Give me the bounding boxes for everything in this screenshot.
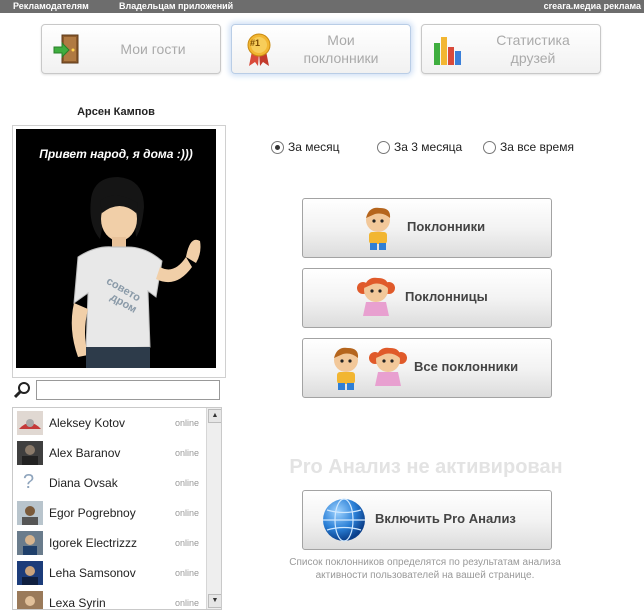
- friend-status: online: [174, 568, 199, 578]
- pro-note-line1: Список поклонников определятся по резуль…: [289, 557, 561, 568]
- friend-status: online: [174, 448, 199, 458]
- door-icon: [52, 33, 82, 70]
- pro-note-line2: активности пользователей на вашей страни…: [315, 570, 535, 581]
- girl-icon: [353, 274, 399, 327]
- avatar-illustration: совето дром: [71, 177, 201, 368]
- scroll-up-arrow-icon[interactable]: ▲: [208, 409, 221, 423]
- fans-male-button[interactable]: Поклонники: [302, 198, 552, 258]
- friend-status: online: [174, 508, 199, 518]
- fans-male-label: Поклонники: [407, 219, 486, 234]
- friend-status: online: [174, 478, 199, 488]
- avatar: [17, 591, 43, 609]
- avatar: [17, 531, 43, 555]
- award-badge-text: #1: [250, 38, 261, 48]
- tab-friend-stats[interactable]: Статистика друзей: [421, 24, 601, 74]
- app-owners-link[interactable]: Владельцам приложений: [119, 0, 233, 13]
- pro-explanation: Список поклонников определятся по резуль…: [262, 556, 588, 582]
- friend-status: online: [174, 538, 199, 548]
- friend-status: online: [174, 418, 199, 428]
- tab-my-fans[interactable]: #1 Мои поклонники: [231, 24, 411, 74]
- list-item[interactable]: Egor Pogrebnoy online: [13, 498, 205, 528]
- tab-my-guests-label: Мои гости: [120, 41, 186, 57]
- friend-search: [12, 380, 220, 402]
- friends-list: Aleksey Kotov online Alex Baranov online…: [12, 407, 222, 610]
- list-item[interactable]: Alex Baranov online: [13, 438, 205, 468]
- fans-female-label: Поклонницы: [405, 289, 488, 304]
- top-bar: Рекламодателям Владельцам приложений cre…: [0, 0, 644, 13]
- friend-name[interactable]: Aleksey Kotov: [49, 416, 125, 430]
- fans-female-button[interactable]: Поклонницы: [302, 268, 552, 328]
- scroll-down-arrow-icon[interactable]: ▼: [208, 594, 221, 608]
- advertisers-link[interactable]: Рекламодателям: [13, 0, 89, 13]
- pro-inactive-title: Pro Анализ не активирован: [289, 456, 563, 478]
- period-month-label: За месяц: [288, 140, 340, 154]
- tab-my-fans-line1: Мои: [327, 32, 355, 48]
- brand-link[interactable]: creara.медиа реклама: [544, 0, 641, 13]
- pro-enable-button[interactable]: Включить Pro Анализ: [302, 490, 552, 550]
- avatar: [17, 561, 43, 585]
- tab-friend-stats-label: Статистика друзей: [478, 31, 588, 67]
- list-item[interactable]: ? Diana Ovsak online: [13, 468, 205, 498]
- tab-friend-stats-line2: друзей: [510, 50, 556, 66]
- award-ribbon-icon: #1: [246, 33, 272, 72]
- tab-my-fans-label: Мои поклонники: [286, 31, 396, 67]
- list-item[interactable]: Igorek Electrizzz online: [13, 528, 205, 558]
- list-item[interactable]: Aleksey Kotov online: [13, 408, 205, 438]
- friend-name[interactable]: Leha Samsonov: [49, 566, 136, 580]
- fans-all-button[interactable]: Все поклонники: [302, 338, 552, 398]
- radio-indicator: [377, 141, 390, 154]
- friend-status: online: [174, 598, 199, 608]
- profile-avatar[interactable]: Привет народ, я дома :))) совето дром: [12, 125, 226, 378]
- friends-list-scrollbar[interactable]: ▲ ▼: [206, 408, 221, 609]
- friend-name[interactable]: Egor Pogrebnoy: [49, 506, 136, 520]
- pro-enable-label: Включить Pro Анализ: [375, 511, 516, 526]
- boy-and-girl-icon: [323, 344, 409, 397]
- profile-name: Арсен Кампов: [77, 106, 155, 118]
- friend-name[interactable]: Alex Baranov: [49, 446, 120, 460]
- period-3months-label: За 3 месяца: [394, 140, 463, 154]
- friend-name[interactable]: Igorek Electrizzz: [49, 536, 137, 550]
- search-icon: [13, 381, 32, 404]
- radio-indicator: [483, 141, 496, 154]
- bar-chart-icon: [432, 33, 464, 72]
- list-item[interactable]: Lexa Syrin online: [13, 588, 205, 609]
- avatar: [17, 411, 43, 435]
- tab-my-guests[interactable]: Мои гости: [41, 24, 221, 74]
- tab-my-fans-line2: поклонники: [303, 50, 379, 66]
- avatar-picture: Привет народ, я дома :))) совето дром: [16, 129, 216, 368]
- list-item[interactable]: Leha Samsonov online: [13, 558, 205, 588]
- tab-friend-stats-line1: Статистика: [496, 32, 570, 48]
- friend-name[interactable]: Diana Ovsak: [49, 476, 118, 490]
- radio-indicator: [271, 141, 284, 154]
- globe-icon: [321, 497, 367, 548]
- avatar: [17, 441, 43, 465]
- question-mark-icon: ?: [23, 471, 35, 493]
- boy-icon: [355, 204, 401, 257]
- avatar: [17, 501, 43, 525]
- fans-all-label: Все поклонники: [414, 359, 519, 374]
- search-input[interactable]: [36, 380, 220, 400]
- period-all-time-label: За все время: [500, 140, 574, 154]
